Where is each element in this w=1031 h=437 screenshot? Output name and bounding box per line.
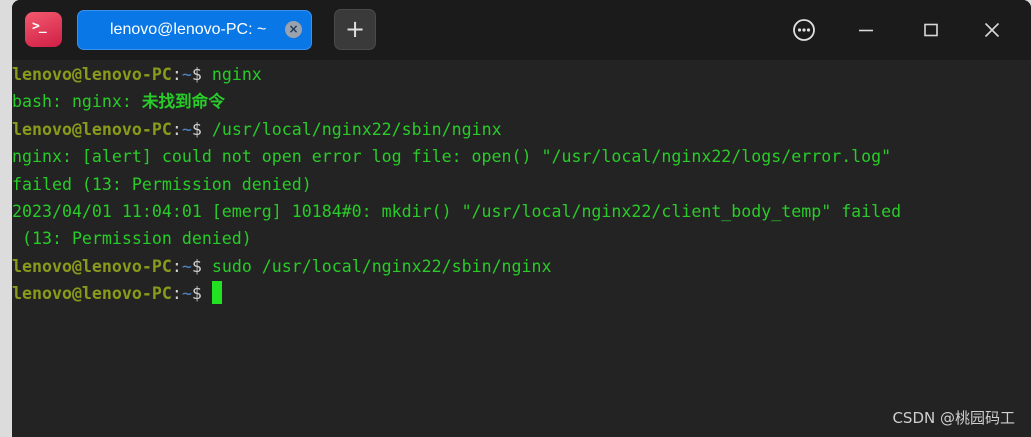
terminal-line: lenovo@lenovo-PC:~$ /usr/local/nginx22/s… (12, 116, 1031, 143)
prompt-dollar: $ (191, 284, 212, 304)
terminal-line: lenovo@lenovo-PC:~$ nginx (12, 61, 1031, 88)
terminal-output[interactable]: lenovo@lenovo-PC:~$ nginx bash: nginx: 未… (12, 60, 1031, 308)
prompt-path: ~ (181, 256, 192, 276)
prompt-dollar: $ (191, 256, 212, 276)
title-bar: >_ lenovo@lenovo-PC: ~ × + (12, 0, 1031, 60)
output-text: 2023/04/01 11:04:01 [emerg] 10184#0: mkd… (12, 201, 902, 221)
minimize-icon[interactable] (854, 18, 878, 42)
tab-close-icon[interactable]: × (285, 21, 302, 38)
output-text: failed (13: Permission denied) (12, 174, 312, 194)
prompt-separator: : (171, 119, 182, 139)
prompt-path: ~ (181, 65, 192, 84)
watermark: CSDN @桃园码工 (892, 409, 1015, 427)
terminal-line: lenovo@lenovo-PC:~$ (12, 280, 1031, 307)
prompt-path: ~ (181, 119, 192, 139)
output-text-bold: 未找到命令 (141, 92, 225, 112)
terminal-line: bash: nginx: 未找到命令 (12, 88, 1031, 115)
prompt-user-host: lenovo@lenovo-PC (12, 256, 172, 276)
more-options-icon[interactable] (792, 18, 816, 42)
prompt-user-host: lenovo@lenovo-PC (12, 284, 172, 304)
terminal-line: (13: Permission denied) (12, 225, 1031, 252)
prompt-separator: : (171, 65, 182, 84)
prompt-user-host: lenovo@lenovo-PC (12, 65, 172, 84)
output-text: (13: Permission denied) (12, 229, 252, 249)
close-icon[interactable] (980, 18, 1004, 42)
output-text: bash: nginx: (12, 92, 142, 112)
tab-terminal[interactable]: lenovo@lenovo-PC: ~ × (77, 10, 312, 50)
terminal-cursor (211, 281, 222, 305)
prompt-separator: : (171, 256, 182, 276)
output-text: nginx: [alert] could not open error log … (12, 147, 892, 167)
command-text: /usr/local/nginx22/sbin/nginx (211, 119, 502, 139)
app-icon-glyph: >_ (32, 19, 47, 34)
terminal-line: failed (13: Permission denied) (12, 171, 1031, 198)
command-text: sudo /usr/local/nginx22/sbin/nginx (211, 256, 552, 276)
prompt-path: ~ (181, 284, 192, 304)
prompt-dollar: $ (191, 119, 212, 139)
terminal-line: lenovo@lenovo-PC:~$ sudo /usr/local/ngin… (12, 253, 1031, 280)
command-text: nginx (211, 65, 262, 84)
terminal-app-icon[interactable]: >_ (25, 12, 62, 47)
terminal-line: 2023/04/01 11:04:01 [emerg] 10184#0: mkd… (12, 198, 1031, 225)
prompt-dollar: $ (191, 65, 212, 84)
prompt-separator: : (171, 284, 182, 304)
new-tab-button[interactable]: + (334, 9, 376, 50)
tab-title: lenovo@lenovo-PC: ~ (110, 21, 267, 38)
terminal-line: nginx: [alert] could not open error log … (12, 143, 1031, 170)
prompt-user-host: lenovo@lenovo-PC (12, 119, 172, 139)
maximize-icon[interactable] (919, 18, 943, 42)
terminal-window: >_ lenovo@lenovo-PC: ~ × + lenovo@lenovo… (12, 0, 1031, 437)
